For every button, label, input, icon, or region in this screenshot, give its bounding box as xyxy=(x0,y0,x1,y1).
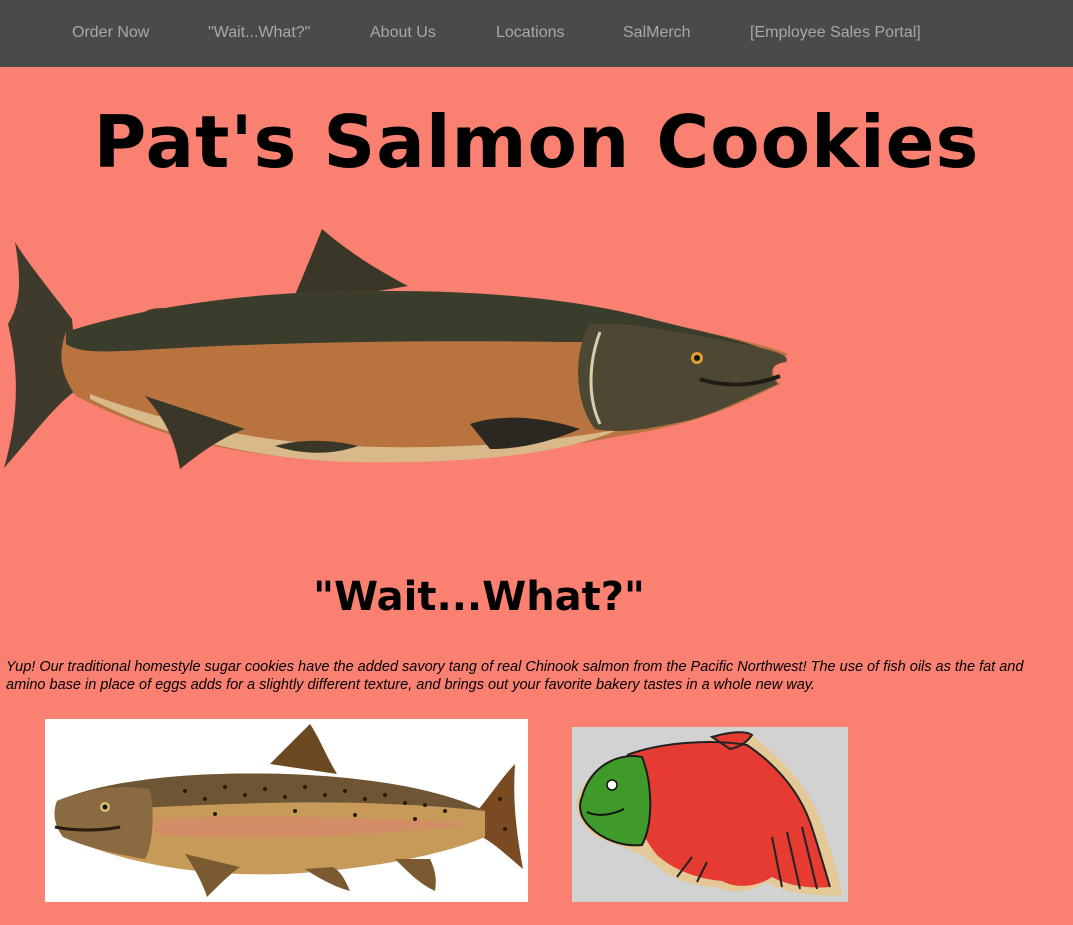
nav-link-about-us[interactable]: About Us xyxy=(370,24,436,42)
nav-link-salmerch[interactable]: SalMerch xyxy=(623,24,691,42)
product-description: Yup! Our traditional homestyle sugar coo… xyxy=(6,659,1024,693)
nav-link-locations[interactable]: Locations xyxy=(496,24,565,42)
nav-link-wait-what[interactable]: "Wait...What?" xyxy=(208,24,310,42)
wait-what-heading: "Wait...What?" xyxy=(313,574,645,620)
top-nav: Order Now "Wait...What?" About Us Locati… xyxy=(0,0,1073,67)
nav-link-order-now[interactable]: Order Now xyxy=(72,24,149,42)
chinook-salmon-hero-image xyxy=(4,229,788,469)
page-title: Pat's Salmon Cookies xyxy=(93,100,980,184)
nav-link-employee-sales-portal[interactable]: [Employee Sales Portal] xyxy=(750,24,921,42)
speckled-salmon-image xyxy=(45,719,528,902)
speckled-salmon-illustration xyxy=(54,724,523,897)
salmon-shaped-cookie-illustration xyxy=(576,731,842,896)
salmon-cookie-image xyxy=(572,727,848,902)
